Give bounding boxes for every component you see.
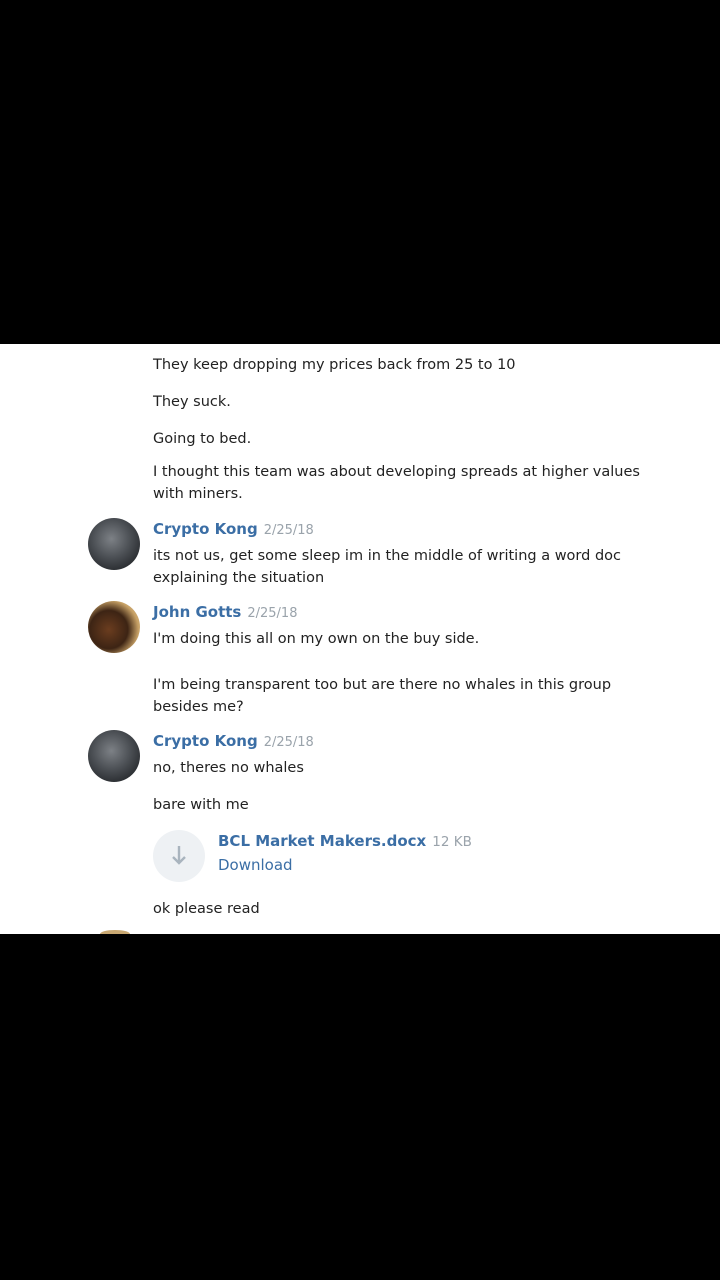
sender-name[interactable]: John Gotts 2/25/18 (153, 602, 297, 624)
message-text: Going to bed. (153, 431, 252, 447)
avatar-crypto-kong[interactable] (88, 518, 140, 570)
message-date: 2/25/18 (263, 523, 314, 538)
avatar-john-gotts[interactable] (88, 601, 140, 653)
message-text: ok please read (153, 901, 260, 917)
chat-history[interactable]: They keep dropping my prices back from 2… (0, 344, 720, 934)
download-link[interactable]: Download (218, 856, 293, 874)
message-text: bare with me (153, 797, 249, 813)
message-text: I thought this team was about developing… (153, 464, 640, 502)
avatar-crypto-kong[interactable] (88, 730, 140, 782)
file-attachment[interactable]: BCL Market Makers.docx 12 KB Download (153, 830, 553, 886)
message-text: I'm doing this all on my own on the buy … (153, 631, 480, 647)
file-size: 12 KB (432, 834, 472, 850)
letterbox-top (0, 0, 720, 344)
message-text: no, theres no whales (153, 760, 304, 776)
letterbox-bottom (0, 934, 720, 1280)
message-text: They keep dropping my prices back from 2… (153, 357, 516, 373)
sender-name[interactable]: Crypto Kong 2/25/18 (153, 519, 314, 541)
sender-name[interactable]: Crypto Kong 2/25/18 (153, 731, 314, 753)
message-date: 2/25/18 (247, 606, 298, 621)
download-arrow-icon[interactable] (153, 830, 205, 882)
message-text: I'm being transparent too but are there … (153, 677, 612, 715)
message-text: its not us, get some sleep im in the mid… (153, 548, 621, 586)
message-date: 2/25/18 (263, 735, 314, 750)
file-name[interactable]: BCL Market Makers.docx 12 KB (218, 832, 472, 850)
message-text: They suck. (153, 394, 231, 410)
